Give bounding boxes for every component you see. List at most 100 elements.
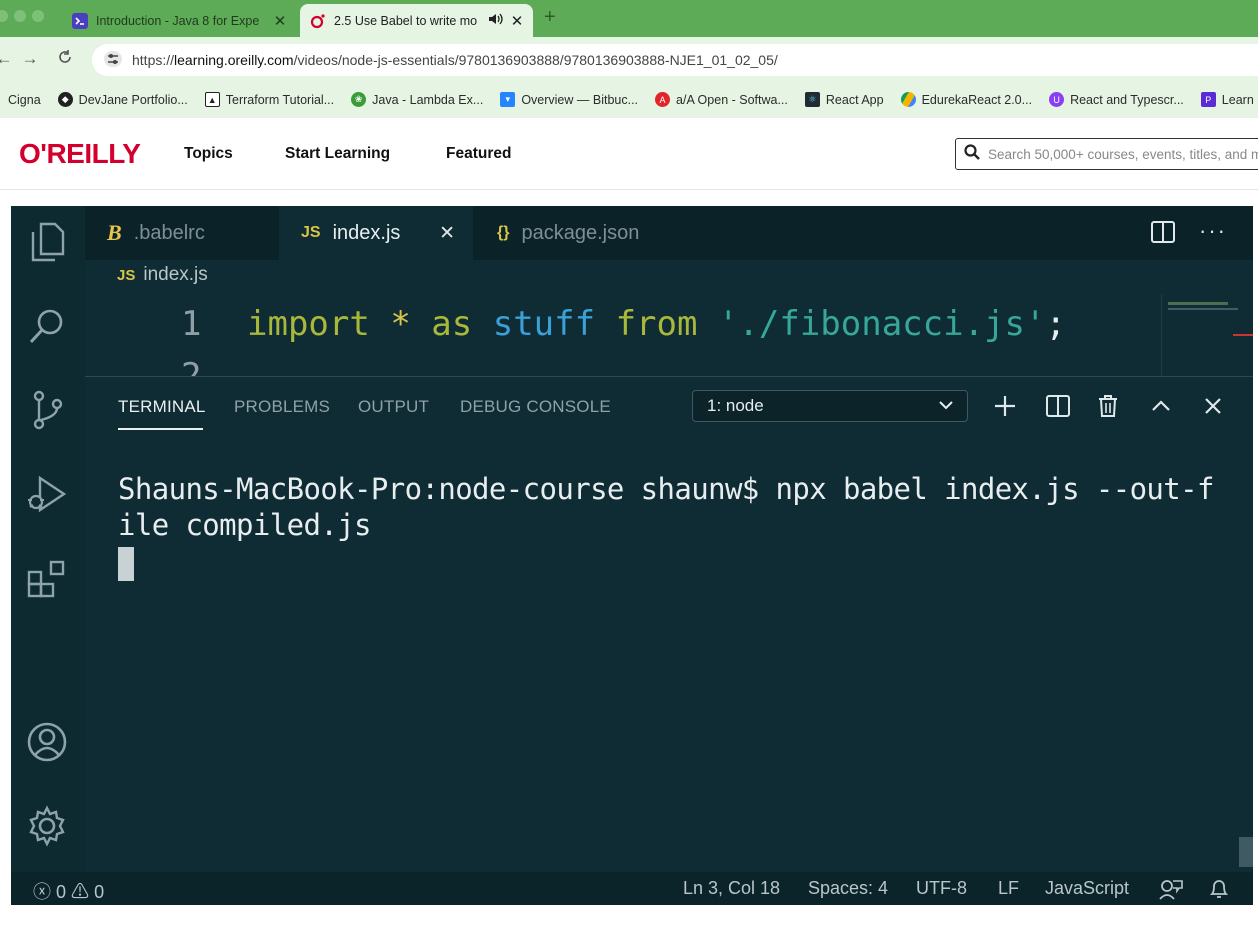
reload-icon[interactable] <box>55 49 75 69</box>
problems-indicator[interactable]: ⓧ 0 ⚠ 0 <box>33 878 104 904</box>
bookmark-label: Cigna <box>8 92 41 107</box>
new-terminal-plus-icon[interactable] <box>990 391 1020 421</box>
bookmark-java-lambda[interactable]: ❀ Java - Lambda Ex... <box>351 92 483 107</box>
terminal-output[interactable]: Shauns-MacBook-Pro:node-course shaunw$ n… <box>118 471 1228 543</box>
language-mode[interactable]: JavaScript <box>1045 878 1129 899</box>
nav-start-learning[interactable]: Start Learning <box>285 145 390 163</box>
site-settings-icon[interactable] <box>104 50 126 70</box>
back-arrow-icon[interactable]: ← <box>0 49 14 69</box>
bookmark-cigna[interactable]: Cigna <box>8 93 41 107</box>
minimap[interactable] <box>1161 294 1253 376</box>
bookmarks-bar: Cigna ◆ DevJane Portfolio... ▲ Terraform T… <box>0 81 1258 118</box>
terminal-select-value: 1: node <box>707 396 764 415</box>
browser-tab-java8[interactable]: Introduction - Java 8 for Expe ✕ <box>62 4 296 37</box>
terminal-select[interactable]: 1: node <box>692 390 968 422</box>
bookmark-label: EdurekaReact 2.0... <box>921 92 1033 107</box>
bookmark-react-app[interactable]: ⚛ React App <box>804 92 884 107</box>
tab-title: Introduction - Java 8 for Expe <box>96 13 260 28</box>
editor-tab-label: index.js <box>332 221 401 244</box>
explorer-files-icon[interactable] <box>25 220 69 264</box>
terminal-favicon-icon <box>72 12 88 29</box>
search-icon[interactable] <box>25 304 69 348</box>
graduation-cap-icon: ▲ <box>204 92 220 107</box>
bookmark-edureka[interactable]: EdurekaReact 2.0... <box>900 92 1033 107</box>
code-token: from <box>615 304 698 344</box>
tab-close-icon[interactable]: ✕ <box>507 12 527 30</box>
bookmark-learn[interactable]: P Learn <box>1200 92 1254 107</box>
tab-debug-console[interactable]: DEBUG CONSOLE <box>460 397 611 417</box>
browser-tab-strip: Introduction - Java 8 for Expe ✕ 2.5 Use… <box>0 0 1258 37</box>
line-ending[interactable]: LF <box>998 878 1019 899</box>
appacademy-icon: A <box>655 92 671 107</box>
bookmark-devjane[interactable]: ◆ DevJane Portfolio... <box>57 92 188 107</box>
vscode-status-bar: ⓧ 0 ⚠ 0 Ln 3, Col 18 Spaces: 4 UTF-8 LF … <box>11 872 1253 905</box>
bookmark-label: a/A Open - Softwa... <box>676 92 788 107</box>
url-text: https://learning.oreilly.com/videos/node… <box>132 52 778 68</box>
window-zoom-dot[interactable] <box>32 10 44 22</box>
encoding[interactable]: UTF-8 <box>916 878 967 899</box>
new-tab-button[interactable]: + <box>544 6 556 29</box>
browser-tab-babel[interactable]: 2.5 Use Babel to write mo ✕ <box>300 4 533 37</box>
google-drive-icon <box>900 92 916 107</box>
close-icon[interactable] <box>1198 391 1228 421</box>
bookmark-label: React App <box>825 92 884 107</box>
tab-problems[interactable]: PROBLEMS <box>234 397 330 417</box>
nav-topics[interactable]: Topics <box>184 145 233 163</box>
run-debug-icon[interactable] <box>25 472 69 516</box>
close-icon[interactable]: ✕ <box>439 222 455 245</box>
warning-triangle-icon: ⚠ <box>71 882 90 902</box>
bookmark-appacademy[interactable]: Aa/A Open - Softwa... <box>655 92 788 107</box>
speaker-audio-icon[interactable] <box>487 12 503 29</box>
more-actions-icon[interactable]: ··· <box>1199 218 1227 244</box>
editor-tab-label: .babelrc <box>133 221 205 244</box>
search-input[interactable] <box>988 146 1258 162</box>
bookmark-label: DevJane Portfolio... <box>78 92 188 107</box>
active-tab-indicator <box>118 428 203 430</box>
notifications-bell-icon[interactable] <box>1209 878 1229 905</box>
tab-title: 2.5 Use Babel to write mo <box>334 13 478 28</box>
oreilly-logo[interactable]: O'REILLY <box>19 138 141 170</box>
address-bar[interactable]: https://learning.oreilly.com/videos/node… <box>92 44 1258 76</box>
tab-close-icon[interactable]: ✕ <box>270 12 290 30</box>
error-circle-icon: ⓧ <box>33 882 51 902</box>
vscode-activity-bar <box>11 206 85 872</box>
split-editor-icon[interactable] <box>1151 221 1175 248</box>
editor-tab-babelrc[interactable]: B .babelrc <box>85 206 279 260</box>
bookmark-terraform[interactable]: ▲ Terraform Tutorial... <box>204 92 334 107</box>
bookmark-react-typescript[interactable]: U React and Typescr... <box>1049 92 1184 107</box>
account-icon[interactable] <box>25 720 69 764</box>
chevron-up-icon[interactable] <box>1146 391 1176 421</box>
bookmark-label: React and Typescr... <box>1070 92 1184 107</box>
breadcrumb[interactable]: JS index.js <box>117 264 208 286</box>
code-token: import <box>247 304 370 344</box>
indentation[interactable]: Spaces: 4 <box>808 878 888 899</box>
code-line[interactable]: import * as stuff from './fibonacci.js'; <box>247 304 1253 344</box>
split-terminal-icon[interactable] <box>1043 391 1073 421</box>
settings-gear-icon[interactable] <box>25 804 69 848</box>
window-minimize-dot[interactable] <box>14 10 26 22</box>
error-count: 0 <box>56 882 67 902</box>
search-icon <box>964 144 980 164</box>
bookmark-label: Learn <box>1221 92 1254 107</box>
video-player[interactable]: B .babelrc JS index.js ✕ {} package.json… <box>11 206 1253 905</box>
tab-terminal[interactable]: TERMINAL <box>118 397 206 417</box>
bookmark-bitbucket[interactable]: ▾ Overview — Bitbuc... <box>500 92 638 107</box>
editor-tab-index-js[interactable]: JS index.js ✕ <box>279 206 473 260</box>
nav-featured[interactable]: Featured <box>446 145 511 163</box>
editor-tab-label: package.json <box>521 221 640 244</box>
source-control-icon[interactable] <box>25 388 69 432</box>
feedback-icon[interactable] <box>1159 878 1183 905</box>
editor-tab-package-json[interactable]: {} package.json <box>473 206 693 260</box>
window-close-dot[interactable] <box>0 10 8 22</box>
forward-arrow-icon[interactable]: → <box>20 49 40 69</box>
tab-output[interactable]: OUTPUT <box>358 397 429 417</box>
trash-icon[interactable] <box>1093 391 1123 421</box>
babel-icon: B <box>107 220 122 245</box>
extensions-icon[interactable] <box>25 556 69 600</box>
cursor-position[interactable]: Ln 3, Col 18 <box>683 878 780 899</box>
javascript-file-icon: JS <box>301 224 321 241</box>
code-token: stuff <box>492 304 596 344</box>
terminal-scrollbar[interactable] <box>1239 837 1253 867</box>
